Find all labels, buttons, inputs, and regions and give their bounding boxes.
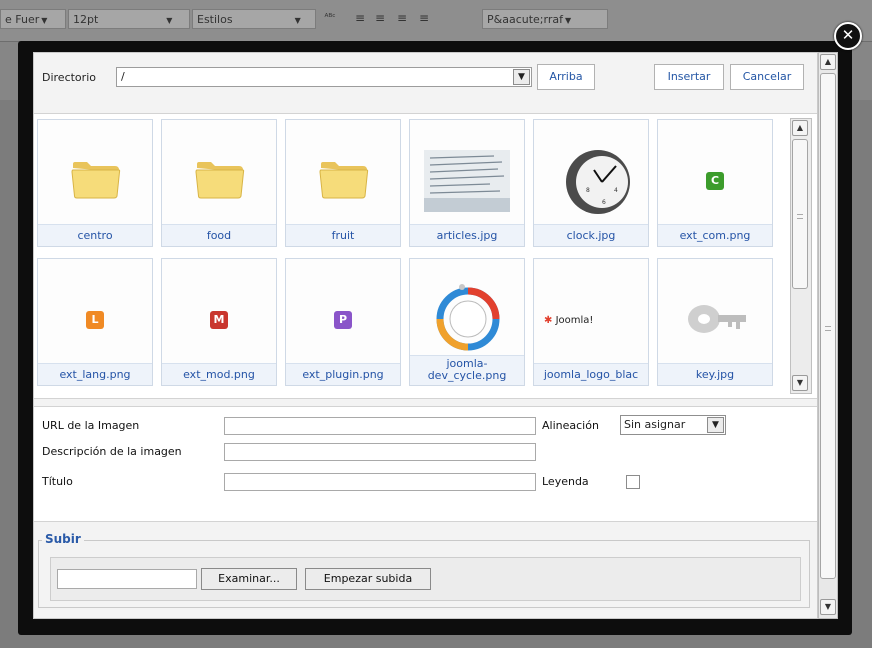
image-item[interactable]: P ext_plugin.png — [285, 258, 401, 386]
svg-text:4: 4 — [614, 187, 618, 194]
close-button[interactable]: ✕ — [834, 22, 862, 50]
joomla-logo-icon: ✱ — [544, 315, 553, 326]
directory-value: / — [121, 70, 125, 83]
image-item[interactable]: 4 6 8 clock.jpg — [533, 119, 649, 247]
scrollbar-thumb[interactable] — [820, 73, 836, 579]
align-center-icon[interactable]: ≡ — [372, 11, 388, 25]
styles-select[interactable]: Estilos ▼ — [192, 9, 316, 29]
scroll-up-icon[interactable]: ▲ — [792, 120, 808, 136]
align-justify-icon[interactable]: ≡ — [416, 11, 432, 25]
upload-area: Examinar... Empezar subida — [50, 557, 801, 601]
folder-icon — [319, 162, 369, 199]
directory-select[interactable]: / ▼ — [116, 67, 532, 87]
image-item[interactable]: M ext_mod.png — [161, 258, 277, 386]
item-caption: joomla_logo_blac — [534, 363, 648, 385]
caption-checkbox[interactable] — [626, 475, 640, 489]
item-caption: ext_lang.png — [38, 363, 152, 385]
font-size-select[interactable]: 12pt ▼ — [68, 9, 190, 29]
item-caption: ext_com.png — [658, 224, 772, 246]
item-caption: joomla- dev_cycle.png — [410, 355, 524, 385]
title-label: Título — [42, 475, 73, 488]
chevron-down-icon[interactable]: ▼ — [513, 69, 530, 85]
scroll-down-icon[interactable]: ▼ — [820, 599, 836, 615]
caption-label: Leyenda — [542, 475, 589, 488]
editor-toolbar: e Fuer ▼ 12pt ▼ Estilos ▼ ᴬᴮᶜ ≡ ≡ ≡ ≡ P&aac… — [0, 0, 872, 42]
folder-icon — [195, 162, 245, 199]
clock-thumbnail-icon: 4 6 8 — [566, 150, 630, 214]
extension-badge-icon: M — [210, 311, 228, 329]
up-button[interactable]: Arriba — [537, 64, 595, 90]
image-properties: URL de la Imagen Alineación Sin asignar … — [34, 406, 817, 522]
folder-item[interactable]: fruit — [285, 119, 401, 247]
extension-badge-icon: C — [706, 172, 724, 190]
alignment-select[interactable]: Sin asignar ▼ — [620, 415, 726, 435]
directory-bar: Directorio / ▼ Arriba Insertar Cancelar — [34, 53, 817, 103]
url-field[interactable] — [224, 417, 536, 435]
folder-item[interactable]: food — [161, 119, 277, 247]
image-browser: centro food fruit articles.jpg 4 6 8 clock… — [34, 113, 817, 399]
image-manager-panel: Directorio / ▼ Arriba Insertar Cancelar … — [33, 52, 818, 619]
scroll-up-icon[interactable]: ▲ — [820, 54, 836, 70]
item-caption: food — [162, 224, 276, 246]
title-field[interactable] — [224, 473, 536, 491]
upload-legend: Subir — [42, 532, 84, 546]
directory-label: Directorio — [42, 71, 96, 84]
url-label: URL de la Imagen — [42, 419, 140, 432]
image-item[interactable]: L ext_lang.png — [37, 258, 153, 386]
item-caption: key.jpg — [658, 363, 772, 385]
item-caption: ext_plugin.png — [286, 363, 400, 385]
alignment-value: Sin asignar — [624, 418, 686, 431]
item-caption: fruit — [286, 224, 400, 246]
item-caption: centro — [38, 224, 152, 246]
close-icon: ✕ — [841, 26, 855, 44]
browser-scrollbar[interactable]: ▲ ▼ — [790, 118, 812, 394]
svg-text:6: 6 — [602, 199, 606, 206]
image-item[interactable]: C ext_com.png — [657, 119, 773, 247]
chevron-down-icon[interactable]: ▼ — [707, 417, 724, 433]
item-caption: clock.jpg — [534, 224, 648, 246]
joomla-logo: ✱ Joomla! — [544, 315, 640, 329]
browse-button[interactable]: Examinar... — [201, 568, 297, 590]
align-left-icon[interactable]: ≡ — [352, 11, 368, 25]
folder-icon — [71, 162, 121, 199]
dev-cycle-diagram-icon — [436, 284, 500, 351]
insert-button[interactable]: Insertar — [654, 64, 724, 90]
image-item[interactable]: key.jpg — [657, 258, 773, 386]
article-thumbnail-icon — [424, 150, 510, 212]
scroll-down-icon[interactable]: ▼ — [792, 375, 808, 391]
image-item[interactable]: ✱ Joomla! joomla_logo_blac — [533, 258, 649, 386]
description-field[interactable] — [224, 443, 536, 461]
cancel-button[interactable]: Cancelar — [730, 64, 804, 90]
start-upload-button[interactable]: Empezar subida — [305, 568, 431, 590]
description-label: Descripción de la imagen — [42, 445, 182, 458]
paragraph-select[interactable]: P&aacute;rraf ▼ — [482, 9, 608, 29]
folder-item[interactable]: centro — [37, 119, 153, 247]
item-caption: ext_mod.png — [162, 363, 276, 385]
dialog-scrollbar[interactable]: ▲ ▼ — [818, 52, 838, 619]
file-path-field[interactable] — [57, 569, 197, 589]
joomla-logo-text: Joomla! — [555, 315, 594, 326]
caption-line: dev_cycle.png — [427, 369, 507, 382]
font-family-select[interactable]: e Fuer ▼ — [0, 9, 66, 29]
item-caption: articles.jpg — [410, 224, 524, 246]
spellcheck-icon[interactable]: ᴬᴮᶜ — [322, 11, 338, 25]
image-item[interactable]: joomla- dev_cycle.png — [409, 258, 525, 386]
key-thumbnail-icon — [688, 305, 746, 333]
extension-badge-icon: P — [334, 311, 352, 329]
image-item[interactable]: articles.jpg — [409, 119, 525, 247]
align-right-icon[interactable]: ≡ — [394, 11, 410, 25]
alignment-label: Alineación — [542, 419, 599, 432]
extension-badge-icon: L — [86, 311, 104, 329]
scrollbar-thumb[interactable] — [792, 139, 808, 289]
svg-text:8: 8 — [586, 187, 590, 194]
